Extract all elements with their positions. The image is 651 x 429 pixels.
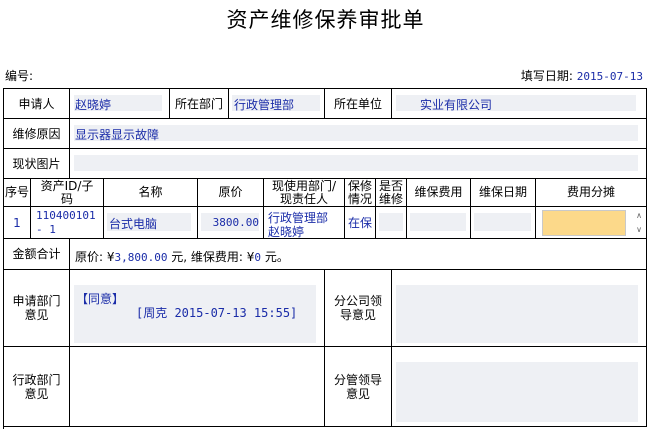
td-asset-id-sub: - 1 [36, 223, 56, 236]
td-no: 1 [4, 207, 31, 239]
td-date-cell[interactable] [471, 207, 536, 239]
td-cost-cell[interactable] [407, 207, 471, 239]
total-cell: 原价: ¥3,800.00 元, 维保费用: ¥0 元。 [70, 239, 647, 270]
total-mid: 元, 维保费用: ¥ [167, 250, 255, 264]
th-warranty: 保修情况 [345, 179, 376, 207]
photo-cell[interactable] [70, 149, 647, 179]
apply-dept-opinion-label: 申请部门意见 [4, 270, 70, 347]
apply-dept-opinion-cell: 【同意】 [周克 2015-07-13 15:55] [70, 270, 325, 347]
photo-label: 现状图片 [4, 149, 70, 179]
reason-label: 维修原因 [4, 119, 70, 149]
fill-date: 填写日期: 2015-07-13 [521, 67, 643, 84]
unit-value: 实业有限公司 [420, 98, 493, 112]
applicant-label: 申请人 [4, 89, 70, 119]
fill-date-value: 2015-07-13 [576, 70, 643, 83]
dept-value: 行政管理部 [234, 98, 295, 112]
apply-dept-status: 【同意】 [76, 292, 125, 306]
td-price-cell: 3800.00 [198, 207, 264, 239]
total-original: 3,800.00 [114, 251, 168, 264]
total-suffix: 元。 [261, 250, 289, 264]
td-name-cell: 台式电脑 [104, 207, 198, 239]
reason-value: 显示器显示故障 [75, 128, 160, 142]
th-cost: 维保费用 [407, 179, 471, 207]
unit-label: 所在单位 [325, 89, 392, 119]
charge-leader-opinion-cell[interactable] [392, 347, 647, 427]
th-date: 维保日期 [471, 179, 536, 207]
reason-cell: 显示器显示故障 [70, 119, 647, 149]
th-asset-id: 资产ID/子码 [31, 179, 104, 207]
td-asset-id: 110400101 - 1 [31, 207, 104, 239]
dept-cell: 行政管理部 [229, 89, 325, 119]
td-price: 3800.00 [212, 216, 259, 229]
th-price: 原价 [198, 179, 264, 207]
total-text: 原价: ¥3,800.00 元, 维保费用: ¥0 元。 [75, 248, 289, 265]
td-name: 台式电脑 [109, 217, 158, 231]
td-asset-id-code: 110400101 [36, 209, 96, 222]
charge-leader-opinion-label: 分管领导意见 [325, 347, 392, 427]
td-user-name: 赵晓婷 [268, 225, 305, 239]
apply-dept-sign: [周克 2015-07-13 15:55] [136, 306, 298, 320]
td-user-cell: 行政管理部 赵晓婷 [264, 207, 345, 239]
th-repair: 是否维修 [376, 179, 407, 207]
total-label: 金额合计 [4, 239, 70, 270]
td-repair-cell[interactable] [376, 207, 407, 239]
th-user: 现使用部门/现责任人 [264, 179, 345, 207]
td-warranty: 在保 [345, 207, 376, 239]
branch-leader-opinion-label: 分公司领导意见 [325, 270, 392, 347]
dept-label: 所在部门 [170, 89, 229, 119]
spin-down-icon[interactable]: ∨ [634, 225, 644, 235]
admin-dept-opinion-label: 行政部门意见 [4, 347, 70, 427]
share-input[interactable] [542, 210, 626, 236]
number-label: 编号: [5, 69, 34, 83]
th-share: 费用分摊 [536, 179, 647, 207]
th-name: 名称 [104, 179, 198, 207]
admin-dept-opinion-cell[interactable] [70, 347, 325, 427]
th-no: 序号 [4, 179, 31, 207]
applicant-cell: 赵晓婷 [70, 89, 170, 119]
total-prefix: 原价: ¥ [75, 250, 115, 264]
form-title: 资产维修保养审批单 [226, 8, 425, 32]
td-share-cell: ∧ ∨ [536, 207, 647, 239]
applicant-value: 赵晓婷 [75, 98, 112, 112]
approval-form: 申请人 赵晓婷 所在部门 行政管理部 所在单位 实业有限公司 维修原因 显示器显… [3, 88, 647, 429]
spin-up-icon[interactable]: ∧ [634, 211, 644, 221]
branch-leader-opinion-cell[interactable] [392, 270, 647, 347]
fill-date-label: 填写日期: [520, 69, 573, 83]
unit-cell: 实业有限公司 [392, 89, 647, 119]
